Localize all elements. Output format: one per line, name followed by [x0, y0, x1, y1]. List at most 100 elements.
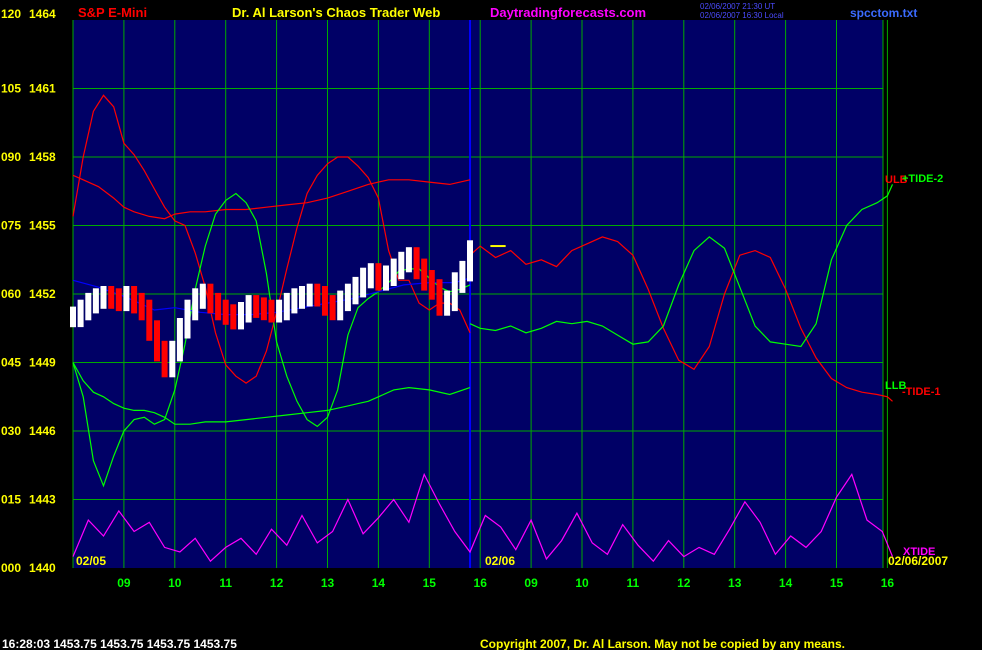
data-file-name: spcctom.txt	[850, 6, 917, 20]
hour-label: 09	[117, 576, 131, 590]
price-bar-up	[238, 302, 244, 330]
price-bar-down	[230, 304, 237, 330]
label-tide1: -TIDE-1	[902, 386, 941, 398]
hour-label: 12	[270, 576, 284, 590]
price-bar-up	[451, 272, 458, 312]
label-tide2: +TIDE-2	[902, 173, 943, 185]
hour-label: 15	[830, 576, 844, 590]
y-tick-label-left: 090	[1, 150, 21, 164]
y-tick-label-right: 1458	[29, 150, 56, 164]
hour-label: 13	[728, 576, 742, 590]
y-tick-label-left: 060	[1, 287, 21, 301]
price-bar-up	[176, 318, 183, 362]
price-bar-up	[184, 299, 191, 339]
label-xtide: XTIDE	[903, 546, 935, 558]
price-bar-up	[467, 240, 473, 282]
price-bar-down	[314, 283, 321, 307]
chart-center-title: Dr. Al Larson's Chaos Trader Web	[232, 5, 440, 20]
price-bar-up	[360, 267, 367, 298]
price-bar-up	[299, 286, 305, 309]
y-tick-label-right: 1461	[29, 82, 56, 96]
hour-label: 11	[219, 576, 232, 590]
price-bar-up	[276, 299, 283, 323]
price-bar-up	[169, 340, 176, 378]
hour-label: 14	[372, 576, 386, 590]
price-bar-up	[405, 247, 412, 273]
price-bar-down	[260, 297, 267, 321]
hour-label: 10	[168, 576, 182, 590]
quote-line: 16:28:03 1453.75 1453.75 1453.75 1453.75	[2, 637, 237, 650]
y-tick-label-right: 1443	[29, 493, 56, 507]
hour-label: 10	[575, 576, 589, 590]
hour-label: 11	[627, 576, 640, 590]
hour-label: 12	[677, 576, 691, 590]
y-tick-label-left: 015	[1, 493, 21, 507]
price-bar-down	[215, 292, 222, 321]
date-label-day1: 02/05	[76, 554, 106, 568]
price-bar-down	[436, 279, 443, 316]
price-bar-down	[146, 299, 153, 341]
price-bar-down	[268, 299, 275, 323]
price-bar-up	[283, 292, 290, 321]
price-bar-up	[192, 288, 199, 321]
y-tick-label-right: 1464	[29, 7, 56, 21]
site-link[interactable]: Daytradingforecasts.com	[490, 5, 646, 20]
price-bar-down	[154, 320, 160, 362]
price-bar-down	[375, 263, 382, 291]
hour-label: 15	[423, 576, 437, 590]
y-tick-label-right: 1446	[29, 424, 56, 438]
price-bar-down	[115, 288, 122, 312]
y-tick-label-right: 1452	[29, 287, 56, 301]
y-tick-label-left: 045	[1, 356, 21, 370]
price-bar-down	[421, 258, 428, 291]
price-bar-up	[390, 258, 397, 286]
copyright: Copyright 2007, Dr. Al Larson. May not b…	[480, 637, 845, 650]
price-bar-down	[322, 286, 328, 316]
y-tick-label-right: 1449	[29, 356, 56, 370]
timestamp-local: 02/06/2007 16:30 Local	[700, 11, 784, 20]
price-bar-up	[70, 306, 76, 328]
hour-label: 13	[321, 576, 335, 590]
price-bar-up	[352, 276, 359, 305]
price-bar-down	[253, 295, 260, 318]
price-bar-down	[108, 286, 115, 309]
chart: 120 1464 105 1461 090 1458 075 1455 060 1452 045 14…	[0, 0, 982, 650]
price-bar-up	[100, 286, 107, 309]
price-bar-down	[222, 299, 229, 325]
hour-label: 16	[881, 576, 895, 590]
price-bar-up	[199, 283, 206, 309]
hour-label: 14	[779, 576, 793, 590]
hour-label: 16	[474, 576, 488, 590]
price-bar-up	[85, 292, 92, 321]
y-tick-label-right: 1455	[29, 219, 56, 233]
price-bar-up	[123, 286, 130, 312]
price-bar-up	[337, 290, 344, 321]
y-tick-label-left: 075	[1, 219, 21, 233]
chart-left-title: S&P E-Mini	[78, 5, 147, 20]
price-bar-up	[383, 265, 389, 291]
date-label-day2: 02/06	[485, 554, 515, 568]
price-bar-down	[138, 292, 145, 321]
price-bar-up	[444, 290, 451, 316]
price-bar-down	[413, 247, 420, 280]
timestamp-ut: 02/06/2007 21:30 UT	[700, 2, 775, 11]
price-bar-up	[306, 283, 313, 307]
price-bar-up	[291, 288, 298, 314]
price-bar-down	[329, 295, 336, 321]
price-bar-up	[367, 263, 374, 289]
price-bar-up	[344, 283, 351, 312]
y-tick-label-right: 1440	[29, 561, 56, 575]
price-bar-up	[459, 260, 466, 293]
price-bar-up	[92, 288, 99, 314]
price-bar-down	[131, 286, 138, 314]
y-tick-label-left: 120	[1, 7, 21, 21]
y-tick-label-left: 030	[1, 424, 21, 438]
price-bar-down	[161, 340, 168, 378]
price-bar-up	[77, 299, 84, 328]
y-tick-label-left: 105	[1, 82, 21, 96]
price-bar-down	[428, 270, 435, 300]
y-tick-label-left: 000	[1, 561, 21, 575]
price-bar-up	[398, 251, 405, 280]
price-bar-up	[245, 295, 252, 323]
hour-label: 09	[524, 576, 538, 590]
